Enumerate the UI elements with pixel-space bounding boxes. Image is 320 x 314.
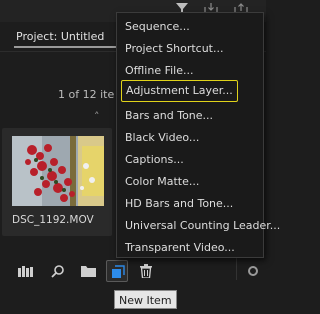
clip-thumbnail-image: [12, 136, 104, 206]
toolbar-separator: [236, 258, 237, 280]
new-item-menu: Sequence... Project Shortcut... Offline …: [116, 12, 280, 258]
menu-item-color-matte[interactable]: Color Matte...: [125, 172, 199, 192]
project-toolbar: [0, 254, 266, 288]
settings-circle-icon[interactable]: [248, 266, 258, 276]
menu-item-black-video[interactable]: Black Video...: [125, 128, 199, 148]
search-icon[interactable]: [50, 264, 66, 278]
menu-item-hd-bars-and-tone[interactable]: HD Bars and Tone...: [125, 194, 233, 214]
menu-item-sequence[interactable]: Sequence...: [125, 17, 190, 37]
trash-icon[interactable]: [138, 264, 154, 278]
item-count: 1 of 12 ite: [58, 88, 115, 101]
menu-item-bars-and-tone[interactable]: Bars and Tone...: [125, 106, 213, 126]
menu-item-universal-counting-leader[interactable]: Universal Counting Leader...: [125, 216, 280, 236]
active-tab-underline: [14, 46, 118, 48]
clip-thumbnail-card[interactable]: DSC_1192.MOV: [2, 128, 112, 236]
new-item-tooltip: New Item: [114, 290, 177, 309]
folder-icon[interactable]: [80, 264, 96, 278]
new-item-icon: [112, 265, 125, 278]
menu-item-adjustment-layer[interactable]: Adjustment Layer...: [121, 80, 238, 102]
menu-item-captions[interactable]: Captions...: [125, 150, 184, 170]
sort-indicator[interactable]: ˄: [94, 110, 100, 123]
menu-item-transparent-video[interactable]: Transparent Video...: [125, 238, 235, 258]
menu-item-offline-file[interactable]: Offline File...: [125, 61, 193, 81]
new-item-button[interactable]: [106, 260, 128, 282]
clip-filename: DSC_1192.MOV: [12, 214, 94, 226]
bin-icon[interactable]: [18, 264, 34, 278]
tab-project[interactable]: Project: Untitled: [16, 30, 104, 43]
menu-item-project-shortcut[interactable]: Project Shortcut...: [125, 39, 223, 59]
